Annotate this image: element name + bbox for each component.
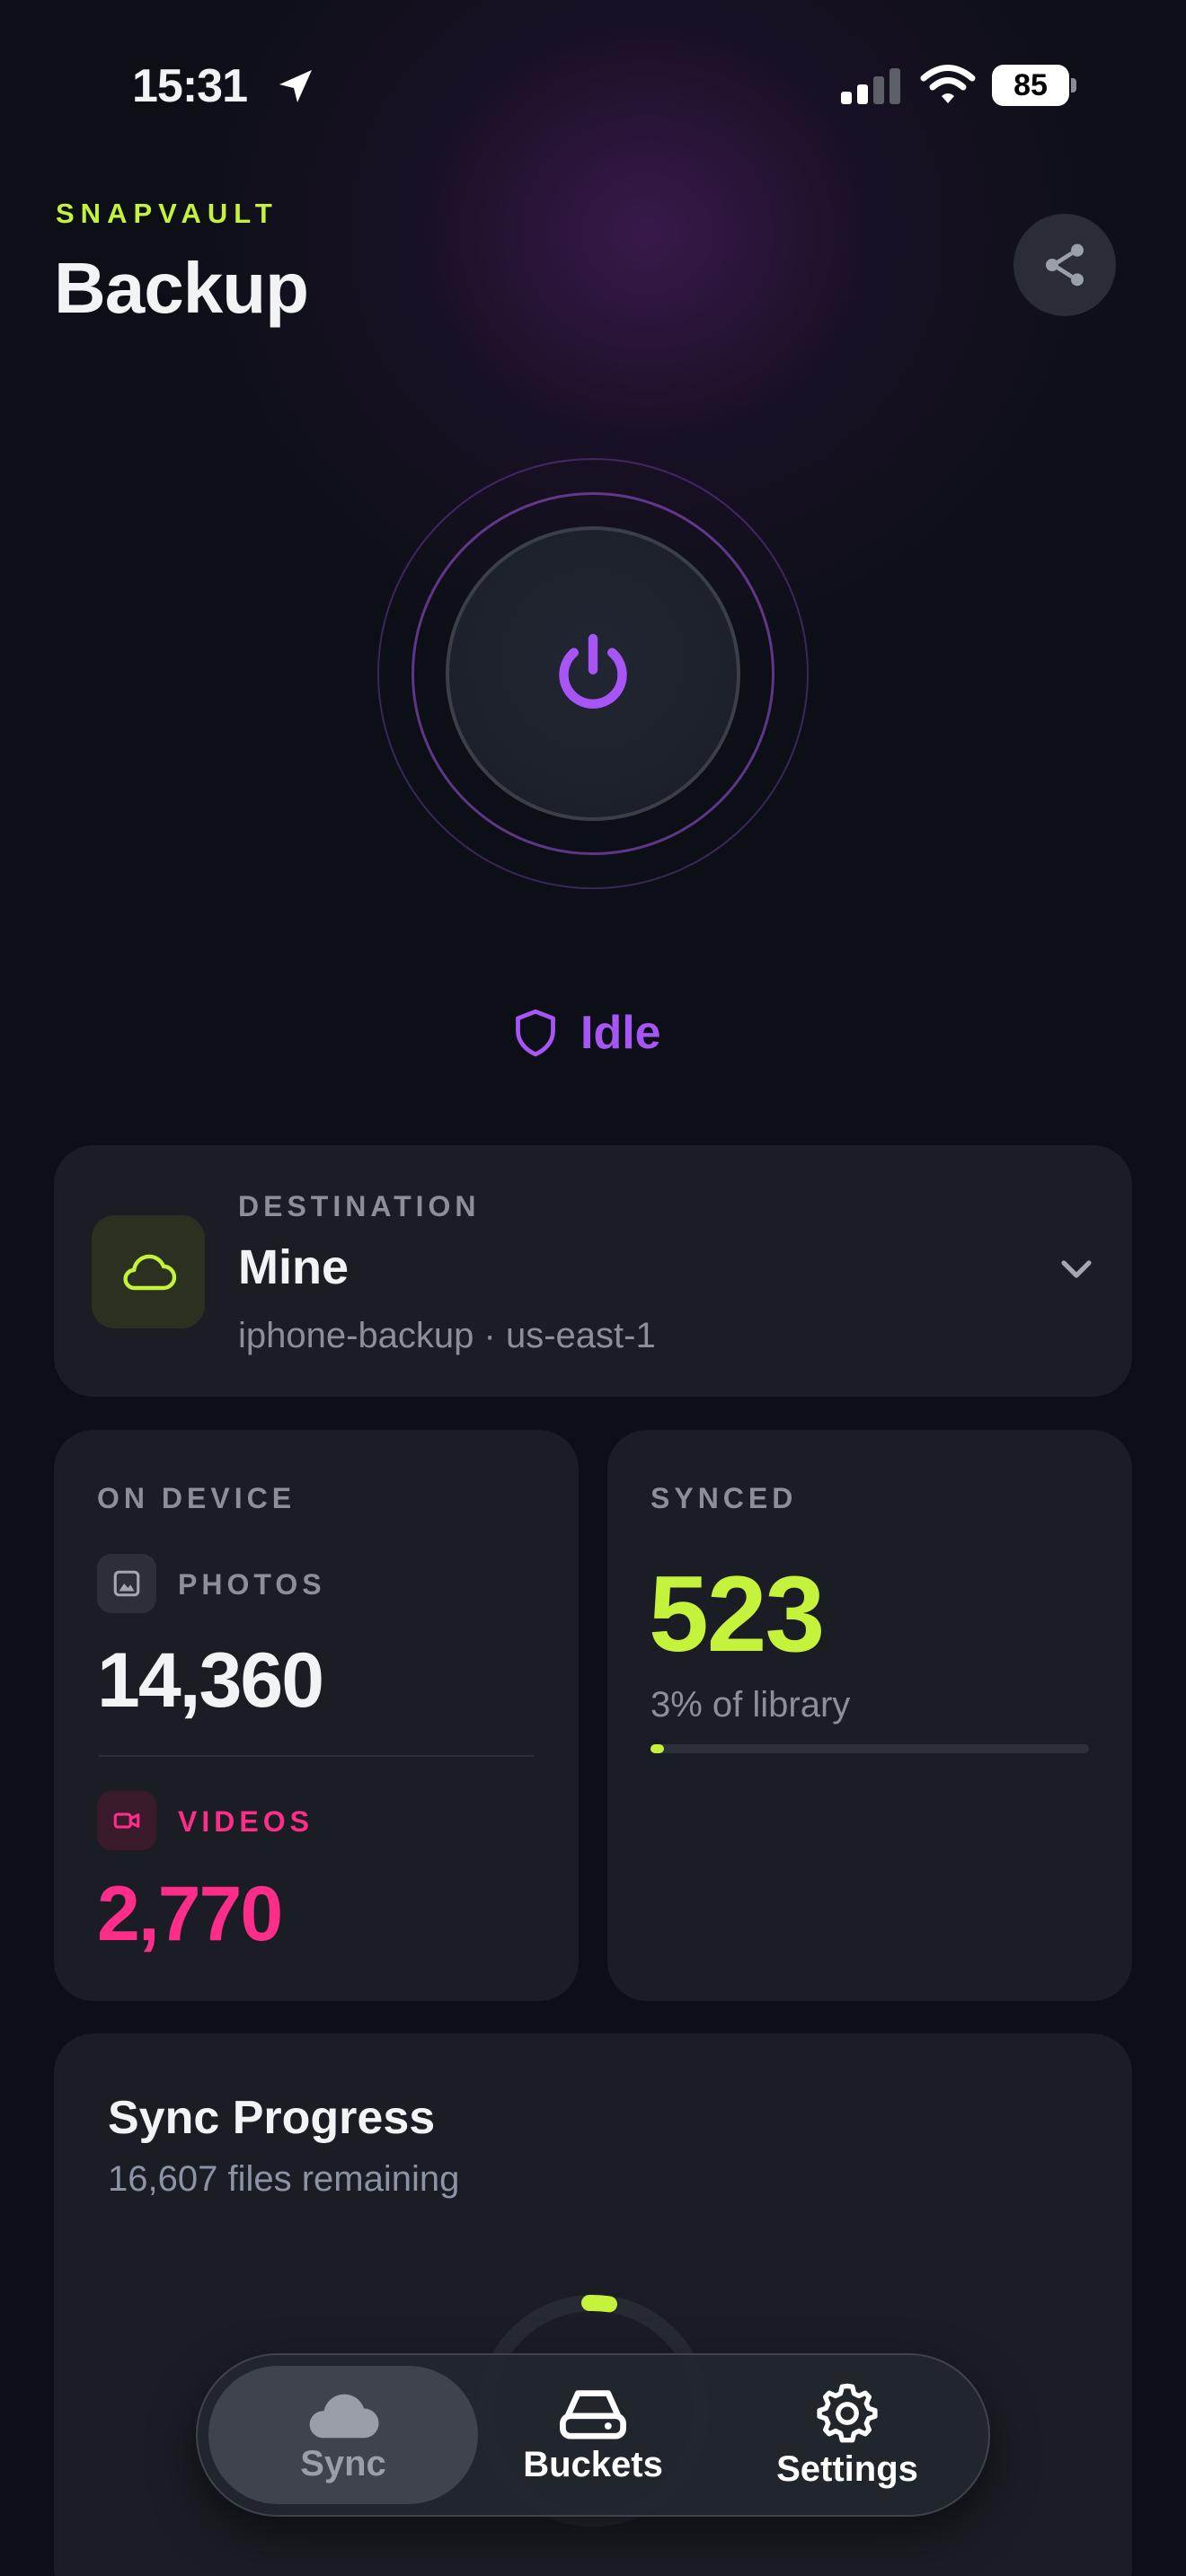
synced-caption: SYNCED <box>651 1482 798 1514</box>
destination-name: Mine <box>238 1240 350 1294</box>
synced-percent: 3% of library <box>651 1685 851 1725</box>
share-button[interactable] <box>1013 214 1116 316</box>
shield-icon <box>516 1009 555 1057</box>
battery-indicator: 85 <box>992 65 1078 106</box>
videos-icon-box <box>97 1791 156 1850</box>
chevron-down-icon <box>1061 1260 1092 1278</box>
destination-caption: DESTINATION <box>238 1190 481 1222</box>
tab-buckets-label: Buckets <box>523 2444 663 2484</box>
synced-progress-fill <box>651 1744 664 1753</box>
tab-settings[interactable]: Settings <box>717 2366 978 2504</box>
battery-level: 85 <box>992 65 1069 106</box>
synced-progress-bar <box>651 1744 1089 1753</box>
cloud-icon <box>309 2394 379 2438</box>
location-arrow-icon <box>279 70 312 102</box>
card-divider <box>99 1755 534 1757</box>
photos-icon-box <box>97 1554 156 1613</box>
wifi-icon <box>920 65 976 103</box>
tab-buckets[interactable]: Buckets <box>467 2366 719 2504</box>
cellular-signal-icon <box>841 68 900 104</box>
synced-card: SYNCED 523 3% of library <box>607 1430 1132 2001</box>
connection-state: Idle <box>512 1001 661 1064</box>
photos-label: PHOTOS <box>178 1568 326 1601</box>
tab-bar: Sync Buckets Settings <box>196 2353 990 2517</box>
destination-card[interactable]: DESTINATION Mine iphone-backup · us-east… <box>54 1145 1132 1397</box>
on-device-caption: ON DEVICE <box>97 1482 296 1514</box>
photo-icon <box>113 1570 140 1597</box>
tab-settings-label: Settings <box>776 2448 918 2489</box>
videos-count: 2,770 <box>97 1871 283 1957</box>
share-icon <box>1046 243 1084 287</box>
status-time: 15:31 <box>132 60 248 112</box>
battery-nub <box>1071 78 1076 93</box>
tab-sync[interactable]: Sync <box>208 2366 478 2504</box>
state-label: Idle <box>580 1007 661 1059</box>
power-icon <box>559 633 627 709</box>
tab-sync-label: Sync <box>300 2443 386 2483</box>
destination-icon-box <box>92 1215 205 1328</box>
status-bar: 15:31 85 <box>0 0 1186 171</box>
on-device-card: ON DEVICE PHOTOS 14,360 VIDEOS 2,770 <box>54 1430 579 2001</box>
synced-count: 523 <box>649 1554 825 1674</box>
destination-subtitle: iphone-backup · us-east-1 <box>238 1316 656 1355</box>
cloud-icon <box>123 1254 177 1291</box>
gear-icon <box>817 2383 878 2442</box>
drive-icon <box>560 2389 626 2439</box>
sync-progress-title: Sync Progress <box>108 2092 436 2144</box>
videos-label: VIDEOS <box>178 1805 314 1838</box>
sync-progress-subtitle: 16,607 files remaining <box>108 2159 460 2199</box>
page-title: Backup <box>54 248 309 328</box>
power-button[interactable] <box>446 526 740 821</box>
video-camera-icon <box>113 1813 140 1829</box>
brand-label: SNAPVAULT <box>56 198 279 229</box>
photos-count: 14,360 <box>97 1637 324 1724</box>
